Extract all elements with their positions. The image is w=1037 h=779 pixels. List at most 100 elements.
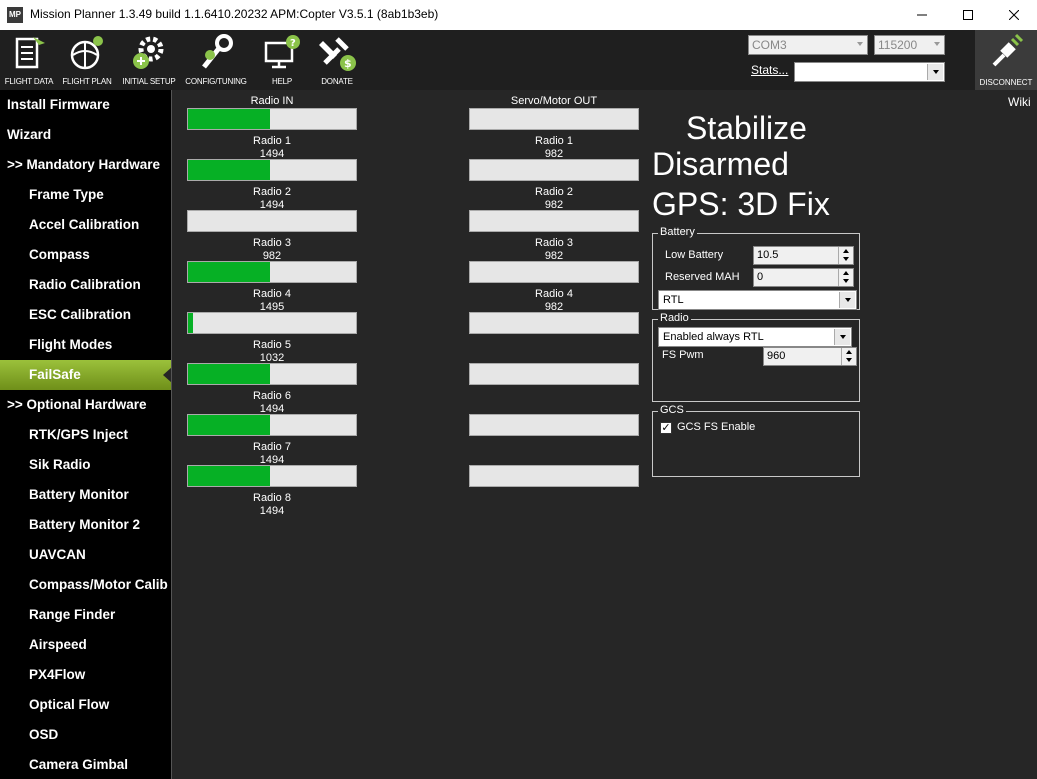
fs-pwm-input[interactable]: 960 <box>763 347 857 366</box>
chevron-down-icon <box>839 292 855 308</box>
gcs-fs-enable-label[interactable]: GCS FS Enable <box>677 421 755 433</box>
flight-data-button[interactable]: FLIGHT DATA <box>2 30 56 90</box>
sidebar-item-label: Battery Monitor <box>29 487 129 502</box>
sidebar-item-px4flow[interactable]: PX4Flow <box>0 660 171 690</box>
help-button[interactable]: ? HELP <box>255 30 309 90</box>
servo-out-channel-label: Radio 1 <box>535 135 573 147</box>
radio-in-bar-fill <box>188 415 271 435</box>
radio-group: Radio Enabled always RTL FS Pwm 960 <box>652 312 860 402</box>
radio-in-channel-value: 1494 <box>259 505 285 517</box>
gps-status-label: GPS: 3D Fix <box>652 186 830 222</box>
servo-out-channel-label: Radio 3 <box>535 237 573 249</box>
maximize-icon <box>963 10 973 20</box>
spinner-arrows-icon[interactable] <box>838 247 853 264</box>
gcs-group-title: GCS <box>658 404 686 416</box>
fs-pwm-label: FS Pwm <box>662 349 704 361</box>
stats-link[interactable]: Stats... <box>751 63 788 77</box>
sidebar-item-label: Compass <box>29 247 90 262</box>
sidebar-item-label: RTK/GPS Inject <box>29 427 129 442</box>
sidebar-item-compass[interactable]: Compass <box>0 240 171 270</box>
donate-button[interactable]: $ DONATE <box>312 30 362 90</box>
sidebar-item-radio-calibration[interactable]: Radio Calibration <box>0 270 171 300</box>
sidebar-item-esc-calibration[interactable]: ESC Calibration <box>0 300 171 330</box>
sidebar-item-compass-motor-calib[interactable]: Compass/Motor Calib <box>0 570 171 600</box>
radio-in-channel-label: Radio 1 <box>253 135 291 147</box>
sidebar-item-battery-monitor-2[interactable]: Battery Monitor 2 <box>0 510 171 540</box>
sidebar-item-label: Wizard <box>7 127 52 142</box>
wiki-link[interactable]: Wiki <box>1008 95 1031 109</box>
chevron-down-icon <box>834 329 850 345</box>
maximize-button[interactable] <box>945 0 991 30</box>
initial-setup-button[interactable]: INITIAL SETUP <box>118 30 180 90</box>
radio-in-channel-label: Radio 4 <box>253 288 291 300</box>
radio-in-bar-fill <box>188 466 271 486</box>
flight-plan-button[interactable]: FLIGHT PLAN <box>60 30 114 90</box>
sidebar-item-label: UAVCAN <box>29 547 86 562</box>
sidebar-item-label: Install Firmware <box>7 97 110 112</box>
radio-in-bar <box>187 312 357 334</box>
minimize-button[interactable] <box>899 0 945 30</box>
radio-in-bar-fill <box>188 262 271 282</box>
sidebar-item-frame-type[interactable]: Frame Type <box>0 180 171 210</box>
reserved-mah-input[interactable]: 0 <box>753 268 854 287</box>
sidebar-item-osd[interactable]: OSD <box>0 720 171 750</box>
sidebar-item-label: Range Finder <box>29 607 116 622</box>
radio-in-bar <box>187 363 357 385</box>
sidebar-item-range-finder[interactable]: Range Finder <box>0 600 171 630</box>
stats-combo[interactable] <box>794 62 945 82</box>
sidebar-item-label: ESC Calibration <box>29 307 132 322</box>
sidebar-item-install-firmware[interactable]: Install Firmware <box>0 90 171 120</box>
servo-out-channel-label: Radio 4 <box>535 288 573 300</box>
sidebar-item-battery-monitor[interactable]: Battery Monitor <box>0 480 171 510</box>
baud-rate-value: 115200 <box>878 38 918 52</box>
sidebar-item-sik-radio[interactable]: Sik Radio <box>0 450 171 480</box>
baud-rate-select[interactable]: 115200 <box>874 35 945 55</box>
sidebar-item-camera-gimbal[interactable]: Camera Gimbal <box>0 750 171 779</box>
svg-text:$: $ <box>344 57 352 70</box>
chevron-down-icon <box>927 64 943 80</box>
window-title: Mission Planner 1.3.49 build 1.1.6410.20… <box>30 7 439 21</box>
battery-group: Battery Low Battery 10.5 Reserved MAH 0 … <box>652 226 860 310</box>
sidebar-item-label: Frame Type <box>29 187 104 202</box>
sidebar-item-wizard[interactable]: Wizard <box>0 120 171 150</box>
sidebar-item-accel-calibration[interactable]: Accel Calibration <box>0 210 171 240</box>
sidebar-item-failsafe[interactable]: FailSafe <box>0 360 171 390</box>
gcs-group: GCS ✓ GCS FS Enable <box>652 404 860 477</box>
sidebar-item-optional-hardware[interactable]: >> Optional Hardware <box>0 390 171 420</box>
servo-out-bar <box>469 159 639 181</box>
radio-in-bar <box>187 210 357 232</box>
sidebar-item-airspeed[interactable]: Airspeed <box>0 630 171 660</box>
radio-in-bar <box>187 414 357 436</box>
gcs-fs-enable-checkbox[interactable]: ✓ <box>660 422 672 434</box>
close-icon <box>1009 10 1019 20</box>
com-port-select[interactable]: COM3 <box>748 35 868 55</box>
sidebar-item-label: Radio Calibration <box>29 277 141 292</box>
low-battery-label: Low Battery <box>665 249 724 261</box>
sidebar-item-rtk-gps-inject[interactable]: RTK/GPS Inject <box>0 420 171 450</box>
title-bar: MP Mission Planner 1.3.49 build 1.1.6410… <box>0 0 1037 30</box>
sidebar-item-optical-flow[interactable]: Optical Flow <box>0 690 171 720</box>
low-battery-input[interactable]: 10.5 <box>753 246 854 265</box>
failsafe-panel: Wiki Radio IN Servo/Motor OUT Radio 1 149… <box>172 90 1037 779</box>
config-tuning-icon <box>192 30 240 76</box>
radio-action-select[interactable]: Enabled always RTL <box>658 327 852 347</box>
radio-in-channel-label: Radio 8 <box>253 492 291 504</box>
sidebar-item-mandatory-hardware[interactable]: >> Mandatory Hardware <box>0 150 171 180</box>
spinner-arrows-icon[interactable] <box>838 269 853 286</box>
close-button[interactable] <box>991 0 1037 30</box>
chevron-down-icon <box>934 42 940 46</box>
battery-action-select[interactable]: RTL <box>658 290 857 310</box>
arm-status-label: Disarmed <box>652 146 789 182</box>
plug-icon <box>982 30 1030 76</box>
config-tuning-button[interactable]: CONFIG/TUNING <box>183 30 249 90</box>
battery-group-title: Battery <box>658 226 697 238</box>
disconnect-button[interactable]: DISCONNECT <box>975 30 1037 90</box>
sidebar-item-label: Compass/Motor Calib <box>29 577 168 592</box>
active-pointer-icon <box>163 367 171 383</box>
radio-in-bar <box>187 108 357 130</box>
spinner-arrows-icon[interactable] <box>841 348 856 365</box>
radio-in-channel-label: Radio 6 <box>253 390 291 402</box>
sidebar-item-uavcan[interactable]: UAVCAN <box>0 540 171 570</box>
sidebar-item-flight-modes[interactable]: Flight Modes <box>0 330 171 360</box>
radio-in-channel-label: Radio 7 <box>253 441 291 453</box>
